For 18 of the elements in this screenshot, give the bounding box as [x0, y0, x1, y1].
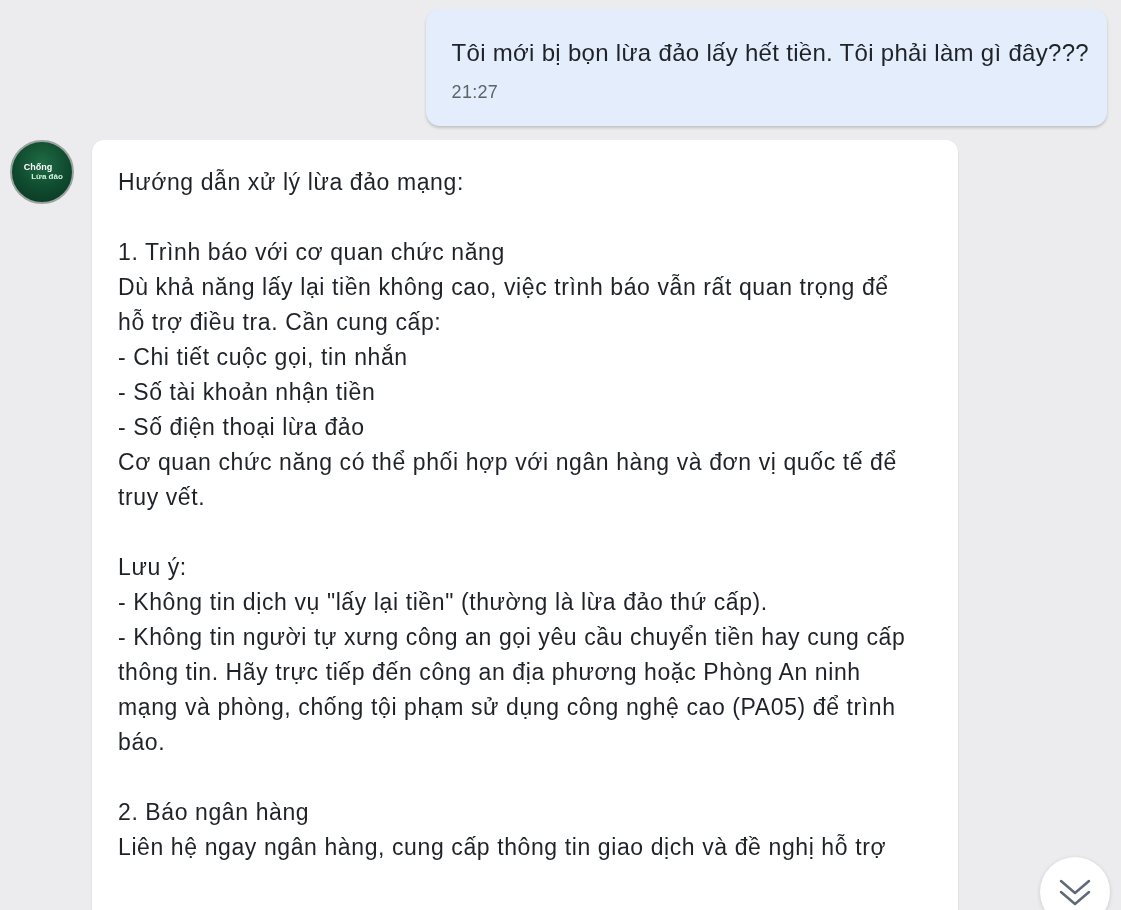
- message-text: - Số điện thoại lừa đảo: [118, 413, 366, 442]
- message-text: Cơ quan chức năng có thể phối hợp với ngân hàng và đơn vị quốc tế để truy vết.: [118, 448, 898, 512]
- message-text: 2. Báo ngân hàng: [118, 798, 311, 827]
- message-text: Tôi mới bị bọn lừa đảo lấy hết tiền. Tôi phải làm gì đây???: [451, 38, 1089, 68]
- message-text: 1. Trình báo với cơ quan chức năng: [118, 238, 506, 267]
- message-text: Lưu ý:: [118, 553, 188, 582]
- message-text: - Không tin người tự xưng công an gọi yêu cầu chuyển tiền hay cung cấp thông tin. Hãy trực tiếp đến công an địa phương hoặc Phòng An ninh mạng và phòng, chống tội phạm sử dụng công nghệ cao (PA05) để trình báo.: [118, 623, 907, 757]
- message-text: - Số tài khoản nhận tiền: [118, 378, 377, 407]
- logo-text: Chống: [23, 163, 53, 172]
- scroll-down-button[interactable]: [1040, 857, 1110, 910]
- message-text: Dù khả năng lấy lại tiền không cao, việc trình báo vẫn rất quan trọng để hỗ trợ điều tra. Cần cung cấp:: [118, 273, 890, 337]
- message-text: - Chi tiết cuộc gọi, tin nhắn: [118, 343, 409, 372]
- message-text: - Không tin dịch vụ "lấy lại tiền" (thường là lừa đảo thứ cấp).: [118, 588, 769, 617]
- double-chevron-down-icon: [1058, 878, 1092, 908]
- message-text: Liên hệ ngay ngân hàng, cung cấp thông tin giao dịch và đề nghị hỗ trợ: [118, 833, 888, 862]
- message-text: Hướng dẫn xử lý lừa đảo mạng:: [118, 168, 465, 197]
- logo-text: Lừa đảo: [31, 173, 63, 181]
- message-time: 21:27: [451, 81, 500, 104]
